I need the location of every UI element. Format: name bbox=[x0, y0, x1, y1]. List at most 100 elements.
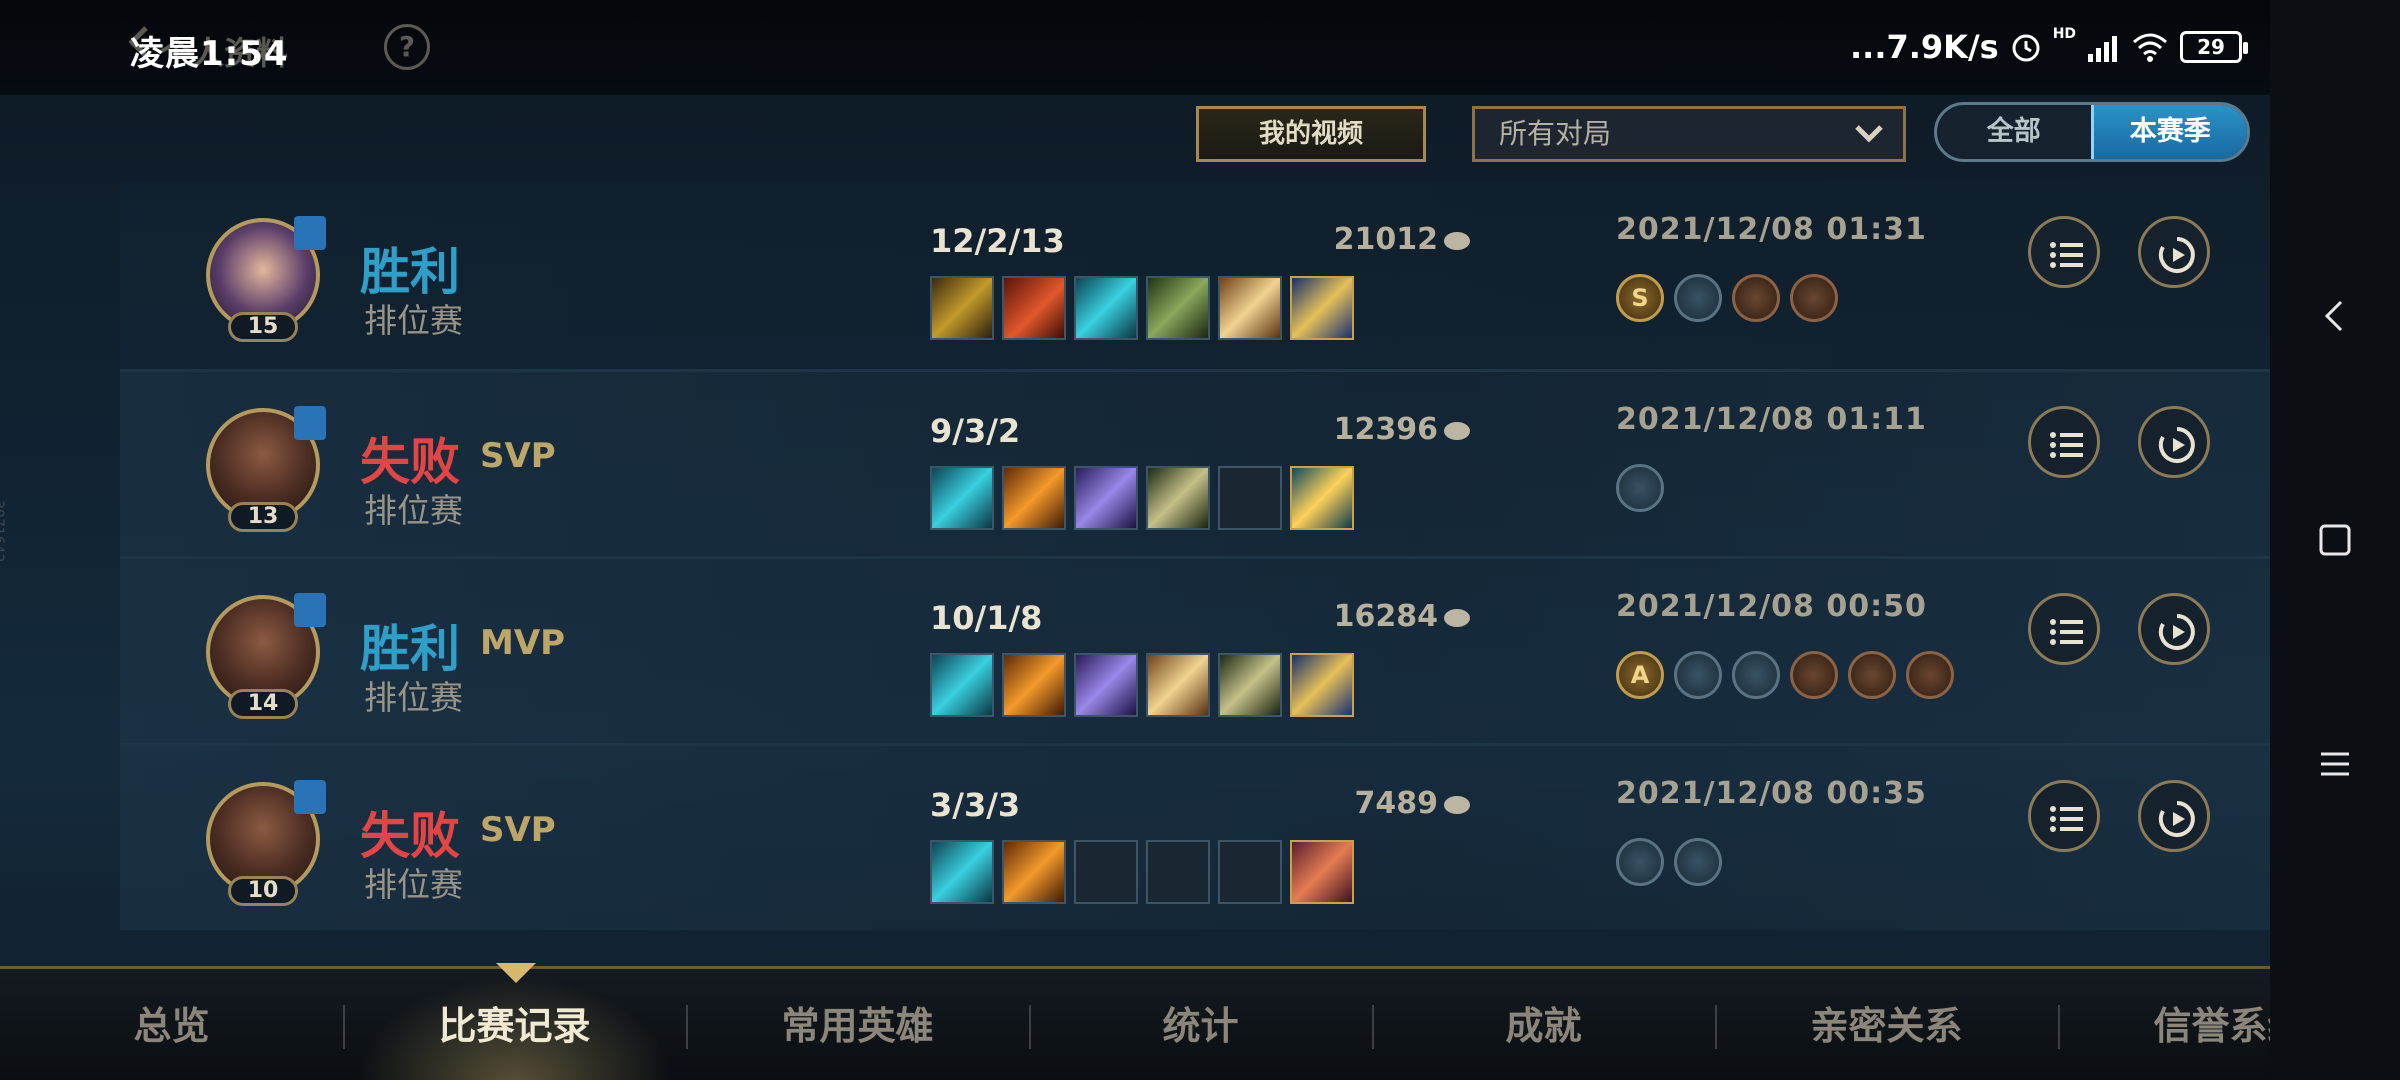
medal-icon bbox=[1732, 651, 1780, 699]
gold-earned: 16284 bbox=[1210, 599, 1470, 634]
home-nav-icon[interactable] bbox=[2315, 520, 2355, 560]
match-row: 15 胜利 排位赛 12/2/13 21012 2021/12/08 01:31 S bbox=[120, 182, 2280, 369]
wifi-icon bbox=[2133, 33, 2168, 62]
replay-button[interactable] bbox=[2138, 216, 2210, 288]
match-mode: 排位赛 bbox=[364, 865, 463, 904]
medal-list bbox=[1616, 464, 1664, 512]
hero-level: 10 bbox=[228, 876, 298, 906]
tab-divider bbox=[1715, 1005, 1717, 1049]
match-detail-button[interactable] bbox=[2028, 406, 2100, 478]
match-filter-value: 所有对局 bbox=[1499, 117, 1612, 150]
party-icon bbox=[294, 216, 326, 250]
match-mode: 排位赛 bbox=[364, 678, 463, 717]
tab-1[interactable]: 比赛记录 bbox=[343, 969, 686, 1080]
medal-icon bbox=[1732, 274, 1780, 322]
replay-button[interactable] bbox=[2138, 780, 2210, 852]
toggle-all[interactable]: 全部 bbox=[1937, 105, 2091, 159]
hero-avatar[interactable]: 13 bbox=[206, 406, 326, 532]
equipment-item-icon bbox=[1290, 466, 1354, 530]
replay-icon bbox=[2158, 801, 2195, 837]
status-indicators: ...7.9K/s HD 29 bbox=[1850, 22, 2249, 72]
coin-icon bbox=[1444, 795, 1470, 814]
equipment-item-icon bbox=[1002, 276, 1066, 340]
replay-button[interactable] bbox=[2138, 406, 2210, 478]
medal-icon bbox=[1674, 274, 1722, 322]
match-time: 2021/12/08 01:31 bbox=[1616, 212, 1927, 247]
tab-3[interactable]: 统计 bbox=[1029, 969, 1372, 1080]
empty-item-slot bbox=[1218, 840, 1282, 904]
equipment-item-icon bbox=[1074, 653, 1138, 717]
tab-divider bbox=[1372, 1005, 1374, 1049]
hero-avatar[interactable]: 14 bbox=[206, 593, 326, 719]
hero-avatar[interactable]: 15 bbox=[206, 216, 326, 342]
item-build bbox=[930, 653, 1354, 717]
hero-level: 15 bbox=[228, 312, 298, 342]
signal-icon bbox=[2088, 36, 2118, 62]
equipment-item-icon bbox=[930, 466, 994, 530]
empty-item-slot bbox=[1146, 840, 1210, 904]
kda-score: 10/1/8 bbox=[930, 599, 1043, 637]
gold-value: 12396 bbox=[1333, 412, 1438, 447]
equipment-item-icon bbox=[1218, 653, 1282, 717]
tab-5[interactable]: 亲密关系 bbox=[1715, 969, 2058, 1080]
match-row: 14 胜利 MVP 排位赛 10/1/8 16284 2021/12/08 00:50 A bbox=[120, 556, 2280, 743]
menu-nav-icon[interactable] bbox=[2315, 744, 2355, 784]
gold-value: 7489 bbox=[1354, 786, 1439, 821]
medal-icon bbox=[1906, 651, 1954, 699]
kda-score: 12/2/13 bbox=[930, 222, 1065, 260]
equipment-item-icon bbox=[1146, 466, 1210, 530]
equipment-item-icon bbox=[1290, 840, 1354, 904]
hero-avatar[interactable]: 10 bbox=[206, 780, 326, 906]
tab-divider bbox=[686, 1005, 688, 1049]
replay-icon bbox=[2158, 614, 2195, 650]
item-build bbox=[930, 276, 1354, 340]
medal-icon bbox=[1674, 651, 1722, 699]
coin-icon bbox=[1444, 231, 1470, 250]
replay-button[interactable] bbox=[2138, 593, 2210, 665]
tab-0[interactable]: 总览 bbox=[0, 969, 343, 1080]
match-detail-button[interactable] bbox=[2028, 593, 2100, 665]
medal-grade: S bbox=[1631, 284, 1649, 312]
match-mode: 排位赛 bbox=[364, 301, 463, 340]
tab-4[interactable]: 成就 bbox=[1372, 969, 1715, 1080]
status-time: 凌晨1:54 bbox=[130, 34, 289, 74]
equipment-item-icon bbox=[1002, 653, 1066, 717]
empty-item-slot bbox=[1218, 466, 1282, 530]
tab-divider bbox=[1029, 1005, 1031, 1049]
help-icon[interactable]: ? bbox=[384, 24, 430, 70]
medal-icon bbox=[1848, 651, 1896, 699]
equipment-item-icon bbox=[1002, 466, 1066, 530]
match-list: 15 胜利 排位赛 12/2/13 21012 2021/12/08 01:31 S 13 失败… bbox=[120, 182, 2280, 930]
gold-earned: 7489 bbox=[1210, 786, 1470, 821]
season-toggle[interactable]: 全部 本赛季 bbox=[1934, 102, 2250, 162]
list-icon bbox=[2050, 806, 2083, 832]
match-detail-button[interactable] bbox=[2028, 216, 2100, 288]
match-detail-button[interactable] bbox=[2028, 780, 2100, 852]
network-speed: ...7.9K/s bbox=[1850, 28, 1999, 66]
performance-badge: SVP bbox=[480, 810, 556, 850]
my-video-button[interactable]: 我的视频 bbox=[1196, 106, 1426, 162]
equipment-item-icon bbox=[1146, 653, 1210, 717]
match-time: 2021/12/08 00:35 bbox=[1616, 776, 1927, 811]
hero-level: 13 bbox=[228, 502, 298, 532]
medal-list: S bbox=[1616, 274, 1838, 322]
side-watermark: 3071642 bbox=[0, 500, 6, 563]
kda-score: 3/3/3 bbox=[930, 786, 1021, 824]
performance-badge: MVP bbox=[480, 623, 566, 663]
medal-icon bbox=[1790, 274, 1838, 322]
match-filter-dropdown[interactable]: 所有对局 bbox=[1472, 106, 1906, 162]
empty-item-slot bbox=[1074, 840, 1138, 904]
medal-icon bbox=[1616, 838, 1664, 886]
gold-earned: 12396 bbox=[1210, 412, 1470, 447]
equipment-item-icon bbox=[1218, 276, 1282, 340]
equipment-item-icon bbox=[930, 840, 994, 904]
back-nav-icon[interactable] bbox=[2315, 296, 2355, 336]
system-nav-bar bbox=[2270, 0, 2400, 1080]
item-build bbox=[930, 840, 1354, 904]
performance-badge: SVP bbox=[480, 436, 556, 476]
tab-2[interactable]: 常用英雄 bbox=[686, 969, 1029, 1080]
toggle-this-season[interactable]: 本赛季 bbox=[2090, 105, 2247, 159]
medal-icon bbox=[1616, 464, 1664, 512]
equipment-item-icon bbox=[1290, 276, 1354, 340]
equipment-item-icon bbox=[930, 653, 994, 717]
